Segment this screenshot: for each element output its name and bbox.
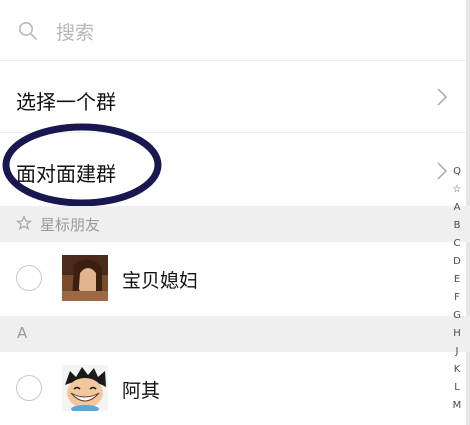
search-bar[interactable]: 搜索	[0, 0, 470, 60]
alphabet-index-bar[interactable]: Q ☆ A B C D E F G H J K L M	[446, 163, 468, 415]
divider	[0, 60, 470, 61]
chevron-right-icon	[437, 88, 448, 106]
index-letter[interactable]: E	[454, 271, 460, 289]
index-letter[interactable]: M	[453, 397, 462, 415]
star-icon	[16, 215, 32, 231]
index-letter[interactable]: K	[454, 361, 461, 379]
contact-row[interactable]: 阿其	[0, 352, 470, 424]
index-letter[interactable]: C	[454, 235, 461, 253]
index-letter[interactable]: B	[454, 217, 461, 235]
select-radio[interactable]	[16, 375, 42, 401]
section-header-starred: 星标朋友	[0, 206, 470, 242]
section-header-a: A	[0, 316, 470, 352]
index-letter[interactable]: H	[453, 325, 461, 343]
search-input[interactable]: 搜索	[56, 18, 94, 45]
avatar	[62, 255, 108, 301]
index-letter[interactable]: L	[454, 379, 460, 397]
search-icon	[19, 22, 37, 40]
index-letter[interactable]: A	[454, 199, 461, 217]
section-title: A	[17, 324, 28, 342]
contact-name: 阿其	[122, 380, 161, 402]
section-title: 星标朋友	[40, 216, 101, 234]
annotation-ellipse	[2, 123, 162, 207]
index-letter[interactable]: D	[453, 253, 461, 271]
index-letter[interactable]: J	[456, 343, 459, 361]
index-letter[interactable]: Q	[453, 163, 461, 181]
index-letter[interactable]: G	[453, 307, 461, 325]
contact-row[interactable]: 宝贝媳妇	[0, 242, 470, 314]
index-letter[interactable]: F	[454, 289, 460, 307]
avatar	[62, 365, 108, 411]
index-letter[interactable]: ☆	[453, 181, 462, 199]
contact-name: 宝贝媳妇	[122, 270, 199, 292]
select-group-label: 选择一个群	[16, 90, 116, 114]
select-radio[interactable]	[16, 265, 42, 291]
